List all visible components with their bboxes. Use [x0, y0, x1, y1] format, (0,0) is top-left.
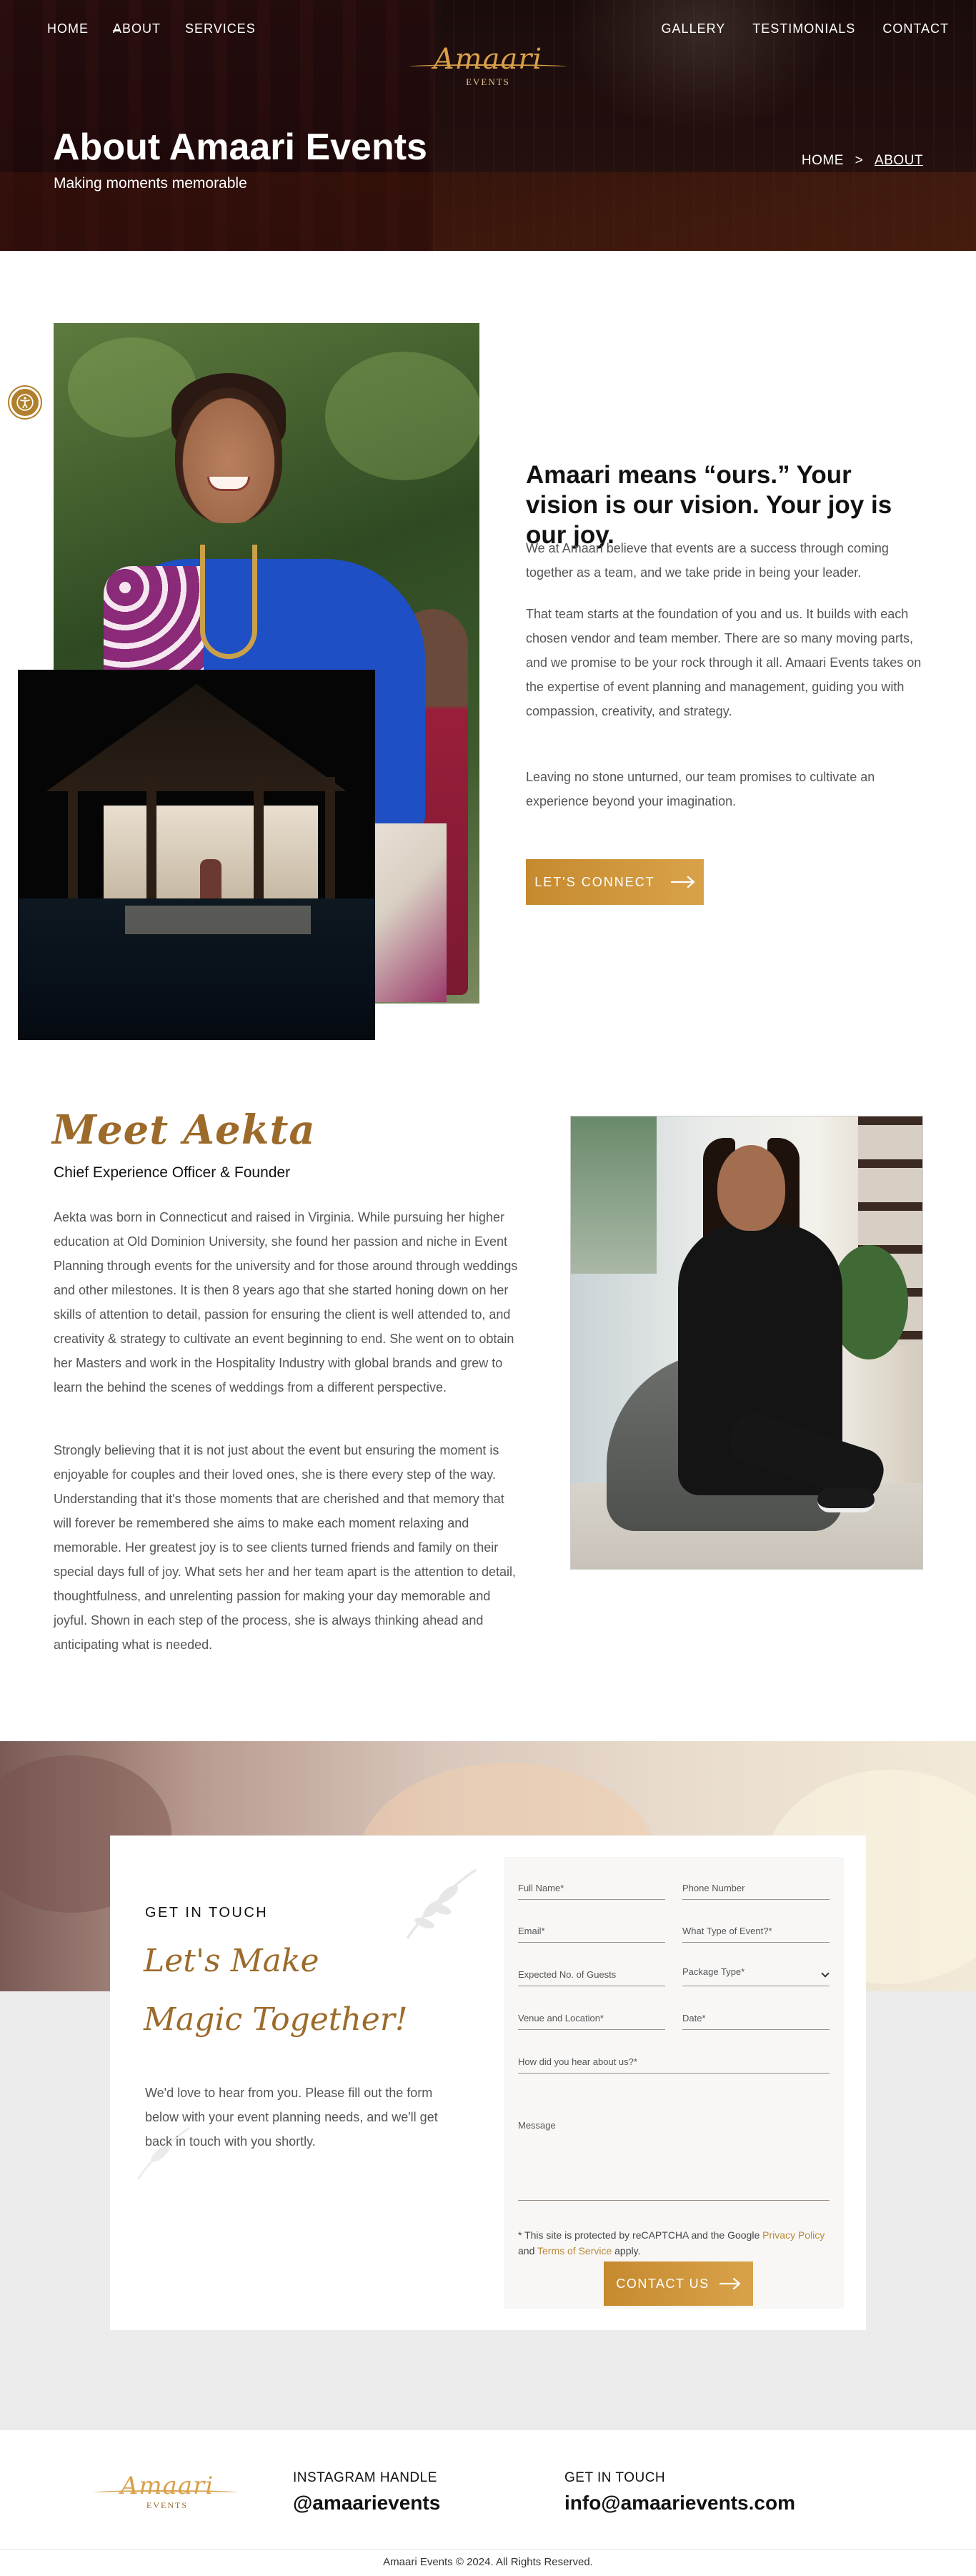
logo-script: Amaari: [120, 2472, 214, 2500]
event-type-input[interactable]: [682, 1914, 830, 1938]
recaptcha-prefix: * This site is protected by reCAPTCHA an…: [518, 2229, 763, 2241]
site-footer: Amaari EVENTS INSTAGRAM HANDLE @amaariev…: [0, 2430, 976, 2576]
contact-us-label: CONTACT US: [616, 2276, 709, 2291]
gazebo-roof: [46, 684, 347, 791]
photo-foliage: [325, 352, 479, 480]
message-textarea[interactable]: Message: [518, 2120, 556, 2131]
meet-title: Meet Aekta: [52, 1106, 316, 1154]
contact-us-button[interactable]: CONTACT US: [604, 2262, 753, 2306]
primary-nav-left: HOME ABOUT SERVICES: [47, 21, 276, 39]
email-label: GET IN TOUCH: [564, 2470, 666, 2485]
email-input[interactable]: [518, 1914, 665, 1938]
contact-eyebrow: GET IN TOUCH: [145, 1905, 269, 1921]
accessibility-icon: [16, 394, 34, 411]
footer-divider: [0, 2549, 976, 2550]
leaf-icon: [406, 1868, 477, 1939]
instagram-handle-link[interactable]: @amaarievents: [293, 2492, 440, 2515]
instagram-label: INSTAGRAM HANDLE: [293, 2470, 437, 2485]
package-type-value: Package Type*: [682, 1966, 745, 1977]
nav-contact[interactable]: CONTACT: [882, 21, 949, 39]
photo-face: [717, 1145, 785, 1231]
logo-subtitle: EVENTS: [146, 2500, 188, 2510]
venue-input[interactable]: [518, 2001, 665, 2026]
logo-swoosh: [409, 64, 567, 69]
gazebo-reflection: [125, 906, 311, 934]
contact-intro-text: We'd love to hear from you. Please fill …: [145, 2086, 438, 2149]
about-paragraph: That team starts at the foundation of yo…: [526, 607, 922, 718]
arrow-right-icon: [670, 876, 694, 888]
contact-card: GET IN TOUCH Let's Make Magic Together! …: [110, 1836, 866, 2330]
photo-necklace: [200, 545, 257, 659]
contact-script-line-2: Magic Together!: [144, 2001, 408, 2038]
footer-logo[interactable]: Amaari EVENTS: [89, 2472, 246, 2522]
hero-banner: HOME ABOUT SERVICES Amaari EVENTS GALLER…: [0, 0, 976, 251]
contact-script-line-1: Let's Make: [144, 1943, 319, 1979]
guests-field: [518, 1958, 665, 1986]
recaptcha-notice: * This site is protected by reCAPTCHA an…: [518, 2227, 832, 2259]
gazebo-couple: [200, 859, 221, 902]
privacy-policy-link[interactable]: Privacy Policy: [762, 2229, 825, 2241]
photo-face: [175, 387, 282, 523]
founder-bio-paragraph: Aekta was born in Connecticut and raised…: [54, 1210, 518, 1394]
phone-input[interactable]: [682, 1871, 830, 1896]
about-paragraph: We at Amaari believe that events are a s…: [526, 541, 889, 580]
logo-subtitle: EVENTS: [466, 76, 510, 87]
package-type-select[interactable]: Package Type*: [682, 1958, 830, 1986]
logo-swoosh: [94, 2490, 237, 2495]
contact-form: Package Type* Message * This site is pro…: [504, 1857, 844, 2309]
full-name-field: [518, 1871, 665, 1900]
founder-portrait-photo: [570, 1116, 923, 1570]
event-type-field: [682, 1914, 830, 1943]
copyright-text: Amaari Events © 2024. All Rights Reserve…: [383, 2556, 593, 2568]
full-name-input[interactable]: [518, 1871, 665, 1896]
email-link[interactable]: info@amaarievents.com: [564, 2492, 795, 2515]
nav-about[interactable]: ABOUT: [113, 21, 161, 39]
message-underline: [518, 2200, 830, 2201]
gazebo-night-photo: [18, 670, 375, 1040]
breadcrumb-separator-icon: >: [855, 153, 864, 168]
about-paragraph: Leaving no stone unturned, our team prom…: [526, 770, 875, 808]
nav-services[interactable]: SERVICES: [185, 21, 256, 39]
nav-testimonials[interactable]: TESTIMONIALS: [752, 21, 855, 39]
photo-shoe: [817, 1488, 875, 1512]
referral-input[interactable]: [518, 2045, 830, 2069]
lets-connect-button[interactable]: LET'S CONNECT: [526, 859, 704, 905]
venue-field: [518, 2001, 665, 2030]
date-field: [682, 2001, 830, 2030]
recaptcha-and: and: [518, 2245, 537, 2257]
email-field: [518, 1914, 665, 1943]
lets-connect-label: LET'S CONNECT: [534, 874, 655, 889]
referral-field: [518, 2045, 830, 2074]
date-input[interactable]: [682, 2001, 830, 2026]
founder-role: Chief Experience Officer & Founder: [54, 1164, 291, 1181]
accessibility-button[interactable]: [9, 387, 41, 418]
nav-home[interactable]: HOME: [47, 21, 89, 39]
page-subtitle: Making moments memorable: [54, 175, 247, 192]
breadcrumb-current[interactable]: ABOUT: [875, 153, 923, 169]
recaptcha-suffix: apply.: [612, 2245, 641, 2257]
nav-gallery[interactable]: GALLERY: [662, 21, 726, 39]
photo-window: [571, 1116, 657, 1274]
page-title: About Amaari Events: [53, 127, 427, 168]
guests-input[interactable]: [518, 1958, 665, 1982]
primary-nav-right: GALLERY TESTIMONIALS CONTACT: [639, 21, 949, 39]
phone-field: [682, 1871, 830, 1900]
founder-bio-paragraph: Strongly believing that it is not just a…: [54, 1443, 517, 1652]
site-logo[interactable]: Amaari EVENTS: [404, 43, 572, 93]
breadcrumb-home[interactable]: HOME: [802, 153, 844, 169]
breadcrumb: HOME > ABOUT: [802, 153, 923, 169]
arrow-right-icon: [719, 2278, 740, 2289]
terms-of-service-link[interactable]: Terms of Service: [537, 2245, 612, 2257]
logo-script: Amaari: [433, 43, 543, 76]
